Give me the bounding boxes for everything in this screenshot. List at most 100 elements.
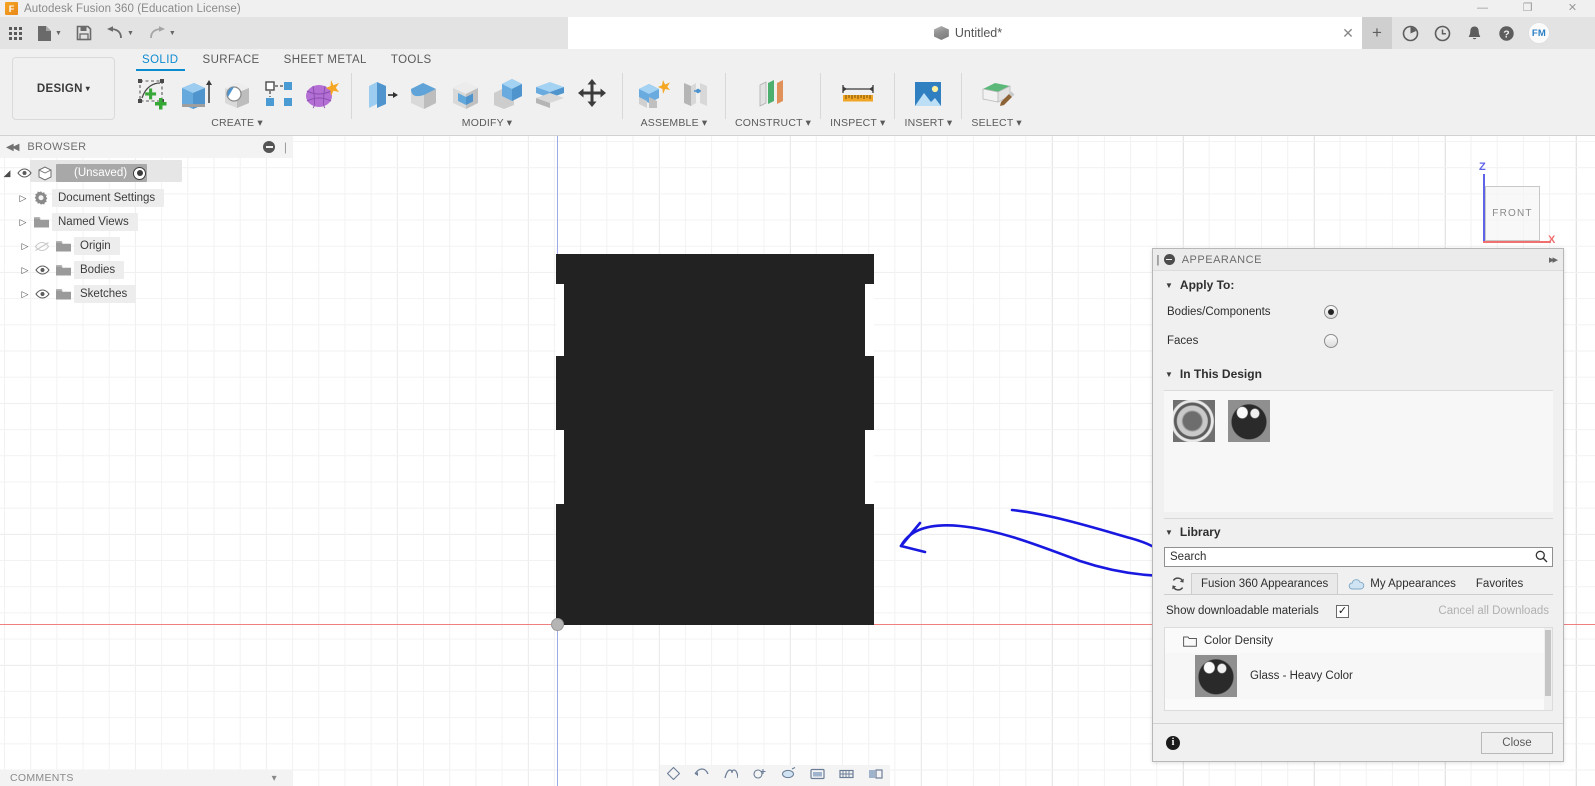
extrude-icon[interactable] bbox=[174, 73, 216, 115]
shell-icon[interactable] bbox=[445, 73, 487, 115]
library-item-glass-heavy-color[interactable]: Glass - Heavy Color bbox=[1165, 653, 1552, 699]
document-tab[interactable]: Untitled* bbox=[568, 17, 1368, 49]
tree-node-bodies[interactable]: ▷ Bodies bbox=[0, 258, 200, 282]
appearance-dialog-titlebar[interactable]: || APPEARANCE ▸▸ bbox=[1153, 249, 1563, 271]
minimize-button[interactable]: — bbox=[1460, 0, 1505, 17]
navigation-bar[interactable] bbox=[660, 765, 890, 786]
pan-icon[interactable] bbox=[694, 767, 709, 785]
tab-fusion360-appearances[interactable]: Fusion 360 Appearances bbox=[1191, 573, 1338, 594]
close-button[interactable]: Close bbox=[1481, 732, 1553, 754]
chrome-appearance-swatch[interactable] bbox=[1173, 400, 1215, 442]
user-avatar[interactable]: FM bbox=[1528, 22, 1550, 44]
apply-to-faces-radio[interactable] bbox=[1324, 334, 1338, 348]
tab-my-appearances[interactable]: My Appearances bbox=[1338, 573, 1466, 594]
look-at-icon[interactable] bbox=[781, 767, 796, 785]
fit-icon[interactable] bbox=[752, 767, 767, 785]
combine-icon[interactable] bbox=[487, 73, 529, 115]
visibility-eye-off-icon[interactable] bbox=[32, 241, 52, 252]
offset-face-icon[interactable] bbox=[529, 73, 571, 115]
in-this-design-section-header[interactable]: ▼ In This Design bbox=[1153, 355, 1563, 386]
joint-icon[interactable] bbox=[674, 73, 716, 115]
visibility-eye-icon[interactable] bbox=[14, 168, 34, 178]
tab-solid[interactable]: SOLID bbox=[130, 51, 191, 71]
ribbon-tab-row: SOLID SURFACE SHEET METAL TOOLS bbox=[130, 51, 444, 71]
x-axis-label: X bbox=[1548, 234, 1555, 246]
tree-node-document-settings[interactable]: ▷ Document Settings bbox=[0, 186, 200, 210]
library-results-list[interactable]: Color Density Glass - Heavy Color bbox=[1164, 627, 1553, 711]
zoom-icon[interactable] bbox=[723, 767, 738, 785]
library-list-scroll-thumb[interactable] bbox=[1545, 630, 1551, 696]
apply-to-bodies-radio[interactable] bbox=[1324, 305, 1338, 319]
measure-icon[interactable] bbox=[837, 73, 879, 115]
view-cube-front-face[interactable]: FRONT bbox=[1485, 186, 1540, 241]
new-component-icon[interactable] bbox=[632, 73, 674, 115]
cancel-all-downloads-button[interactable]: Cancel all Downloads bbox=[1438, 605, 1549, 617]
library-folder-color-density[interactable]: Color Density bbox=[1165, 628, 1552, 653]
close-window-button[interactable]: ✕ bbox=[1550, 0, 1595, 17]
origin-point[interactable] bbox=[551, 618, 564, 631]
tree-node-origin[interactable]: ▷ Origin bbox=[0, 234, 200, 258]
offset-plane-icon[interactable] bbox=[752, 73, 794, 115]
apply-to-faces-row[interactable]: Faces bbox=[1153, 326, 1563, 355]
expand-arrow-icon[interactable]: ◢ bbox=[0, 168, 14, 179]
close-tab-button[interactable]: ✕ bbox=[1340, 25, 1356, 41]
pattern-icon[interactable] bbox=[258, 73, 300, 115]
form-icon[interactable] bbox=[300, 73, 342, 115]
info-icon[interactable]: i bbox=[1166, 736, 1180, 750]
expand-arrow-icon[interactable]: ▷ bbox=[18, 289, 32, 300]
tree-node-sketches[interactable]: ▷ Sketches bbox=[0, 282, 200, 306]
tree-node-unsaved[interactable]: ◢ (Unsaved) bbox=[0, 160, 200, 186]
fillet-icon[interactable] bbox=[403, 73, 445, 115]
tab-sheet-metal[interactable]: SHEET METAL bbox=[272, 51, 379, 71]
new-tab-button[interactable]: + bbox=[1362, 17, 1392, 49]
library-section-header[interactable]: ▼ Library bbox=[1153, 519, 1563, 544]
collapse-browser-icon[interactable]: ◀◀ bbox=[6, 142, 17, 153]
comments-panel-header[interactable]: COMMENTS ▾ bbox=[0, 770, 293, 786]
tree-node-named-views[interactable]: ▷ Named Views bbox=[0, 210, 200, 234]
tab-favorites[interactable]: Favorites bbox=[1466, 573, 1533, 594]
revolve-icon[interactable] bbox=[216, 73, 258, 115]
recent-history-icon[interactable] bbox=[1426, 17, 1458, 49]
tab-surface[interactable]: SURFACE bbox=[191, 51, 272, 71]
orbit-icon[interactable] bbox=[667, 767, 680, 785]
job-status-icon[interactable] bbox=[1394, 17, 1426, 49]
refresh-icon[interactable] bbox=[1164, 573, 1191, 594]
browser-minimize-icon[interactable] bbox=[263, 141, 275, 153]
dialog-expand-icon[interactable]: ▸▸ bbox=[1549, 253, 1556, 266]
z-axis-label: Z bbox=[1479, 161, 1486, 173]
in-this-design-label: In This Design bbox=[1180, 367, 1262, 381]
tab-tools[interactable]: TOOLS bbox=[379, 51, 444, 71]
apply-to-section-header[interactable]: ▼ Apply To: bbox=[1153, 271, 1563, 297]
insert-image-icon[interactable] bbox=[907, 73, 949, 115]
library-search-input[interactable] bbox=[1164, 547, 1553, 567]
visibility-eye-icon[interactable] bbox=[32, 265, 52, 275]
apply-to-bodies-row[interactable]: Bodies/Components bbox=[1153, 297, 1563, 326]
appearance-dialog[interactable]: || APPEARANCE ▸▸ ▼ Apply To: Bodies/Comp… bbox=[1152, 248, 1564, 762]
viewports-icon[interactable] bbox=[868, 767, 883, 785]
help-icon[interactable]: ? bbox=[1490, 17, 1522, 49]
chevron-down-icon[interactable]: ▾ bbox=[272, 773, 277, 784]
expand-arrow-icon[interactable]: ▷ bbox=[16, 193, 30, 204]
magnifier-icon[interactable] bbox=[1535, 550, 1548, 566]
browser-resize-grip[interactable]: | bbox=[284, 140, 287, 154]
dialog-collapse-icon[interactable] bbox=[1164, 254, 1175, 265]
library-list-scrollbar[interactable] bbox=[1544, 628, 1552, 710]
glass-heavy-color-swatch[interactable] bbox=[1228, 400, 1270, 442]
expand-arrow-icon[interactable]: ▷ bbox=[18, 265, 32, 276]
expand-arrow-icon[interactable]: ▷ bbox=[16, 217, 30, 228]
notifications-icon[interactable] bbox=[1458, 17, 1490, 49]
create-sketch-icon[interactable] bbox=[132, 73, 174, 115]
workspace-selector[interactable]: DESIGN ▾ bbox=[12, 57, 115, 120]
visibility-eye-icon[interactable] bbox=[32, 289, 52, 299]
maximize-button[interactable]: ❐ bbox=[1505, 0, 1550, 17]
press-pull-icon[interactable] bbox=[361, 73, 403, 115]
display-settings-icon[interactable] bbox=[810, 767, 825, 785]
move-copy-icon[interactable] bbox=[571, 73, 613, 115]
grid-settings-icon[interactable] bbox=[839, 767, 854, 785]
dialog-grip-icon[interactable]: || bbox=[1156, 254, 1158, 266]
activate-component-radio[interactable] bbox=[133, 167, 146, 180]
expand-arrow-icon[interactable]: ▷ bbox=[18, 241, 32, 252]
select-icon[interactable] bbox=[976, 73, 1018, 115]
show-downloadable-checkbox[interactable]: ✓ bbox=[1336, 605, 1349, 618]
extruded-body[interactable] bbox=[556, 254, 874, 625]
